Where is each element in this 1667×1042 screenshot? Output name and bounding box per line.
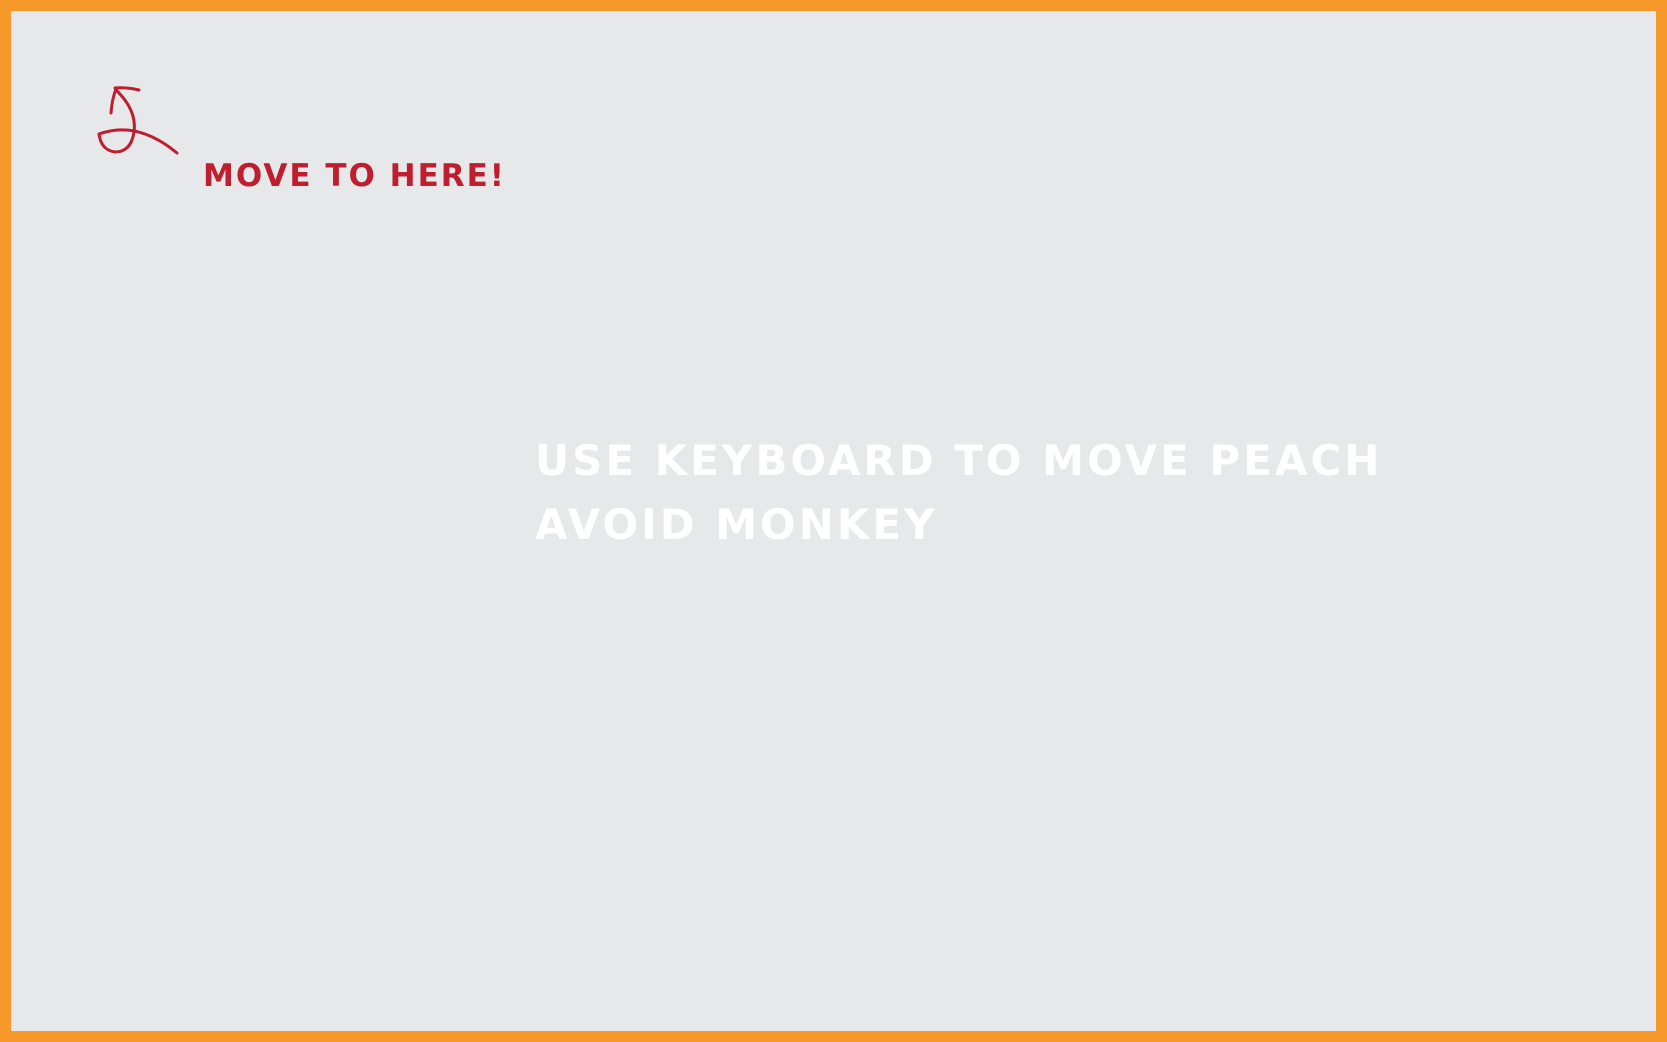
instruction-move: USE KEYBOARD TO MOVE PEACH: [535, 436, 1383, 485]
goal-label: MOVE TO HERE!: [203, 158, 506, 194]
cherry-icon: [97, 86, 179, 155]
game-area[interactable]: MOVE TO HERE! USE KEYBOARD TO MOVE PEACH…: [0, 0, 1667, 1042]
instructions: USE KEYBOARD TO MOVE PEACH AVOID MONKEY: [535, 429, 1435, 557]
instruction-avoid: AVOID MONKEY: [535, 500, 938, 549]
